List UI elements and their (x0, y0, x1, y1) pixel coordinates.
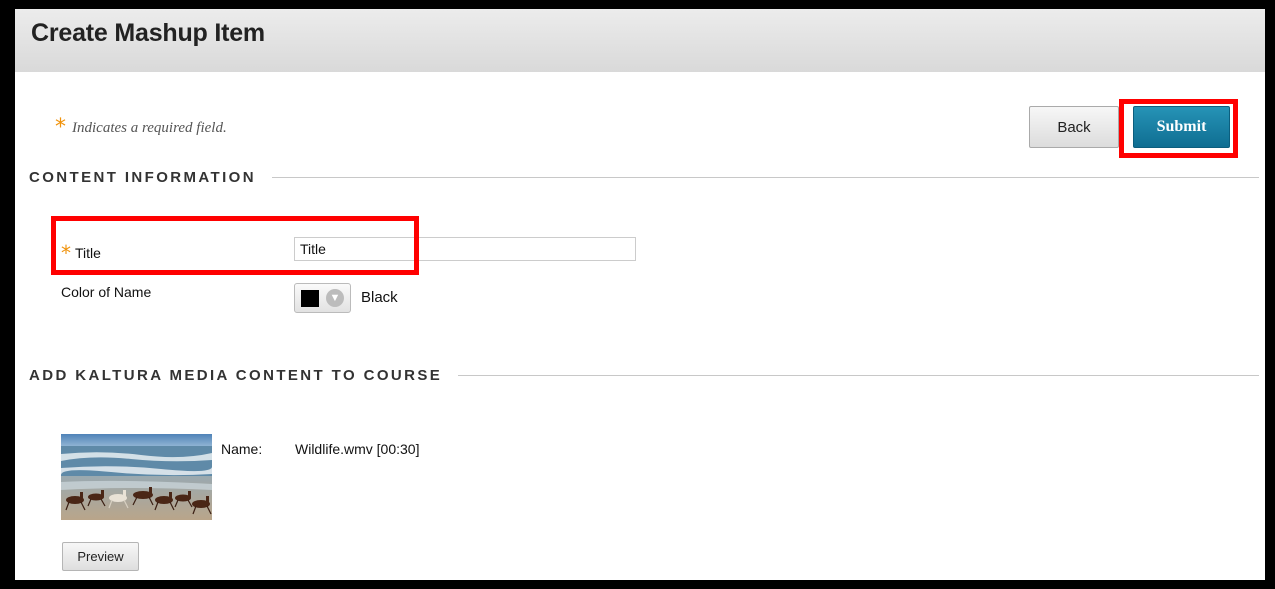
title-highlight-box (51, 216, 419, 275)
chevron-down-icon[interactable]: ▼ (326, 289, 344, 307)
page-title: Create Mashup Item (31, 19, 265, 47)
color-of-name-label: Color of Name (61, 284, 152, 300)
media-name-value: Wildlife.wmv [00:30] (295, 441, 420, 457)
video-thumbnail (61, 434, 212, 520)
color-swatch (301, 290, 319, 307)
submit-highlight-box (1119, 99, 1238, 158)
page-header: Create Mashup Item (15, 9, 1265, 72)
page-frame: Create Mashup Item * Indicates a required… (15, 9, 1265, 580)
section-kaltura-media: ADD KALTURA MEDIA CONTENT TO COURSE (29, 367, 1259, 384)
section-divider (458, 375, 1259, 376)
section-divider (271, 177, 1259, 178)
required-field-note: * Indicates a required field. (55, 115, 227, 140)
section-heading: ADD KALTURA MEDIA CONTENT TO COURSE (29, 367, 443, 384)
back-button[interactable]: Back (1029, 106, 1119, 148)
color-picker[interactable]: ▼ (294, 283, 351, 313)
video-thumbnail-icon (61, 434, 212, 520)
required-star-icon: * (55, 115, 66, 140)
color-name-value: Black (361, 289, 398, 306)
preview-button[interactable]: Preview (62, 542, 139, 571)
required-note-text: Indicates a required field. (72, 120, 227, 136)
section-heading: CONTENT INFORMATION (29, 169, 256, 186)
section-content-information: CONTENT INFORMATION (29, 169, 1259, 186)
media-name-label: Name: (221, 441, 263, 457)
